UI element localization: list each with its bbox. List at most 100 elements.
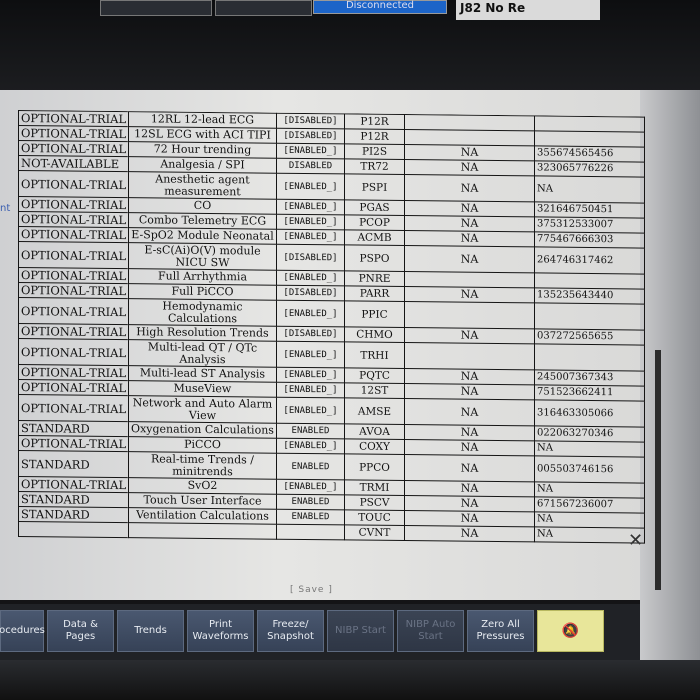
zero-all-pressures-button[interactable]: Zero All Pressures: [467, 610, 534, 652]
enabled-cell: [DISABLED]: [276, 113, 345, 129]
code-cell: PSPI: [344, 173, 405, 201]
trends-button[interactable]: Trends: [117, 610, 184, 652]
serial-cell: 316463305066: [534, 399, 645, 428]
status-cell: STANDARD: [18, 450, 129, 478]
status-cell: OPTIONAL-TRIAL: [18, 435, 129, 452]
status-cell: OPTIONAL-TRIAL: [18, 338, 129, 366]
alarm-silence-button[interactable]: 🔕: [537, 610, 604, 652]
status-cell: OPTIONAL-TRIAL: [18, 110, 129, 127]
na-cell: NA: [404, 510, 535, 527]
feature-cell: Hemodynamic Calculations: [128, 298, 277, 327]
serial-cell: NA: [534, 175, 645, 204]
status-cell: OPTIONAL-TRIAL: [18, 297, 129, 325]
connection-status-tab[interactable]: Disconnected: [313, 0, 447, 14]
code-cell: TOUC: [344, 509, 405, 526]
status-cell: OPTIONAL-TRIAL: [18, 267, 129, 284]
code-cell: 12ST: [344, 382, 405, 399]
na-cell: NA: [404, 215, 535, 232]
code-cell: PSPO: [344, 244, 405, 272]
enabled-cell: ENABLED: [276, 509, 345, 525]
bottom-toolbar: ocedures Data & Pages Trends Print Wavef…: [0, 604, 640, 660]
status-cell: OPTIONAL-TRIAL: [18, 196, 129, 213]
monitor-bezel-right: [640, 90, 700, 660]
scrollbar[interactable]: [655, 350, 661, 590]
code-cell: PSCV: [344, 494, 405, 511]
feature-cell: Analgesia / SPI: [128, 156, 277, 174]
nibp-auto-start-button[interactable]: NIBP Auto Start: [397, 610, 464, 652]
status-cell: OPTIONAL-TRIAL: [18, 476, 129, 493]
status-cell: OPTIONAL-TRIAL: [18, 125, 129, 142]
device-top-strip: Disconnected J82 No Re: [0, 0, 700, 92]
serial-cell: 264746317462: [534, 246, 645, 275]
feature-cell: [128, 522, 277, 540]
feature-cell: Touch User Interface: [128, 492, 277, 510]
na-cell: NA: [404, 327, 535, 344]
feature-cell: Combo Telemetry ECG: [128, 212, 277, 230]
code-cell: COXY: [344, 438, 405, 455]
freeze-snapshot-button[interactable]: Freeze/ Snapshot: [257, 610, 324, 652]
close-icon[interactable]: ✕: [628, 530, 643, 551]
code-cell: PNRE: [344, 270, 405, 287]
enabled-cell: [ENABLED_]: [276, 214, 345, 230]
feature-cell: CO: [128, 197, 277, 215]
enabled-cell: [ENABLED_]: [276, 173, 345, 200]
enabled-cell: [DISABLED]: [276, 326, 345, 342]
serial-cell: [534, 343, 645, 372]
enabled-cell: [ENABLED_]: [276, 479, 345, 495]
na-cell: NA: [404, 144, 535, 161]
enabled-cell: ENABLED: [276, 423, 345, 439]
serial-cell: 751523662411: [534, 384, 645, 402]
enabled-cell: [DISABLED]: [276, 244, 345, 271]
feature-cell: High Resolution Trends: [128, 324, 277, 342]
serial-cell: 245007367343: [534, 369, 645, 387]
code-cell: PPIC: [344, 300, 405, 328]
na-cell: [404, 271, 535, 288]
monitor-bezel-bottom: [0, 660, 700, 700]
feature-cell: Real-time Trends / minitrends: [128, 451, 277, 480]
feature-cell: SvO2: [128, 477, 277, 495]
status-cell: OPTIONAL-TRIAL: [18, 170, 129, 198]
serial-cell: [534, 130, 645, 148]
na-cell: NA: [404, 159, 535, 176]
top-indicator-box: [215, 0, 312, 16]
na-cell: NA: [404, 286, 535, 303]
na-cell: NA: [404, 454, 535, 482]
na-cell: NA: [404, 230, 535, 247]
bed-label: J82 No Re: [456, 0, 600, 20]
enabled-cell: [DISABLED]: [276, 128, 345, 144]
serial-cell: 037272565655: [534, 328, 645, 346]
feature-cell: E-SpO2 Module Neonatal: [128, 227, 277, 245]
na-cell: NA: [404, 495, 535, 512]
status-cell: OPTIONAL-TRIAL: [18, 379, 129, 396]
software-options-table: OPTIONAL-TRIAL 12RL 12-lead ECG [DISABLED]…: [18, 110, 648, 579]
na-cell: NA: [404, 200, 535, 217]
enabled-cell: ENABLED: [276, 453, 345, 480]
enabled-cell: [ENABLED_]: [276, 300, 345, 327]
feature-cell: Anesthetic agent measurement: [128, 171, 277, 200]
status-cell: OPTIONAL-TRIAL: [18, 323, 129, 340]
na-cell: NA: [404, 368, 535, 385]
print-waveforms-button[interactable]: Print Waveforms: [187, 610, 254, 652]
code-cell: CVNT: [344, 524, 405, 541]
top-indicator-box: [100, 0, 212, 16]
status-cell: OPTIONAL-TRIAL: [18, 282, 129, 299]
feature-cell: 12RL 12-lead ECG: [128, 111, 277, 129]
code-cell: P12R: [344, 128, 405, 145]
serial-cell: 355674565456: [534, 145, 645, 163]
procedures-button[interactable]: ocedures: [0, 610, 45, 652]
enabled-cell: [ENABLED_]: [276, 270, 345, 286]
enabled-cell: DISABLED: [276, 158, 345, 174]
status-cell: STANDARD: [18, 506, 129, 523]
nibp-start-button[interactable]: NIBP Start: [327, 610, 394, 652]
feature-cell: Oxygenation Calculations: [128, 421, 277, 439]
data-pages-button[interactable]: Data & Pages: [47, 610, 114, 652]
status-cell: NOT-AVAILABLE: [18, 155, 129, 172]
status-cell: [18, 521, 129, 538]
na-cell: [404, 342, 535, 370]
enabled-cell: [ENABLED_]: [276, 229, 345, 245]
serial-cell: NA: [534, 481, 645, 499]
code-cell: TRHI: [344, 341, 405, 369]
serial-cell: NA: [534, 440, 645, 458]
na-cell: NA: [404, 383, 535, 400]
save-button[interactable]: [ Save ]: [290, 585, 333, 595]
